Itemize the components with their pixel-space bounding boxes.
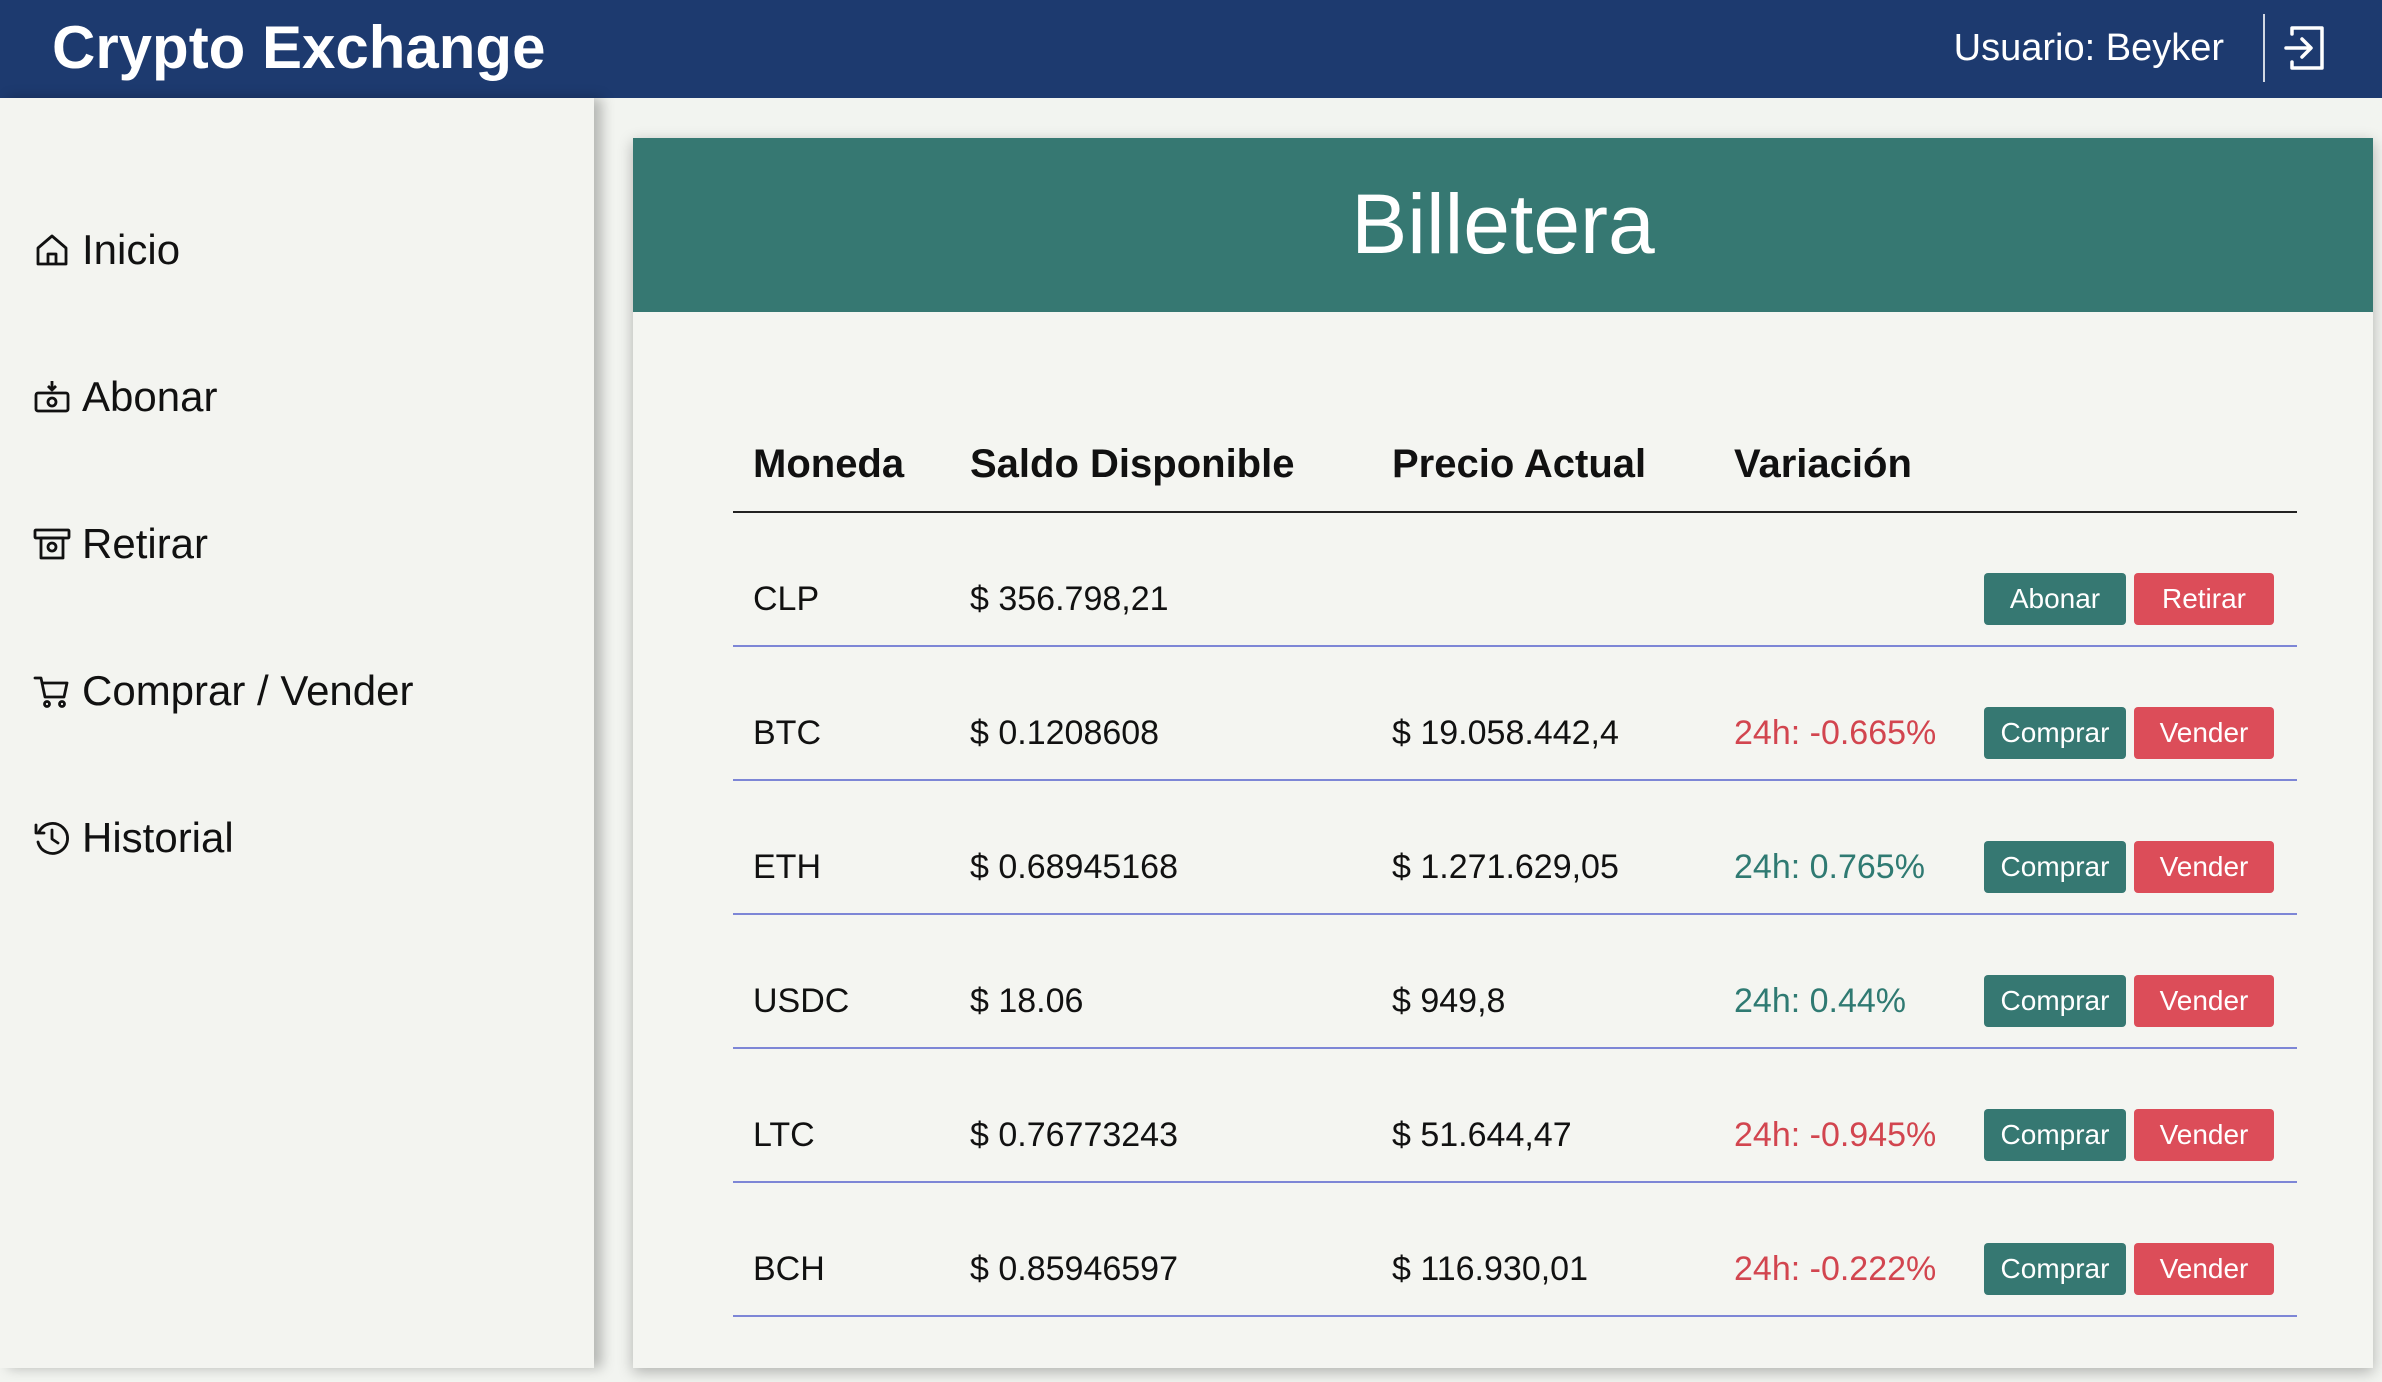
wallet-card-header: Billetera (633, 138, 2373, 312)
vender-button[interactable]: Vender (2134, 975, 2274, 1027)
coin-cell: BTC (753, 714, 821, 752)
row-divider (733, 645, 2297, 647)
row-divider (733, 779, 2297, 781)
sidebar-item-historial[interactable]: Historial (32, 808, 234, 868)
table-header-divider (733, 511, 2297, 513)
user-label: Usuario: Beyker (1953, 27, 2224, 69)
cart-icon (33, 676, 69, 708)
header-divider (2263, 14, 2265, 82)
price-cell: $ 19.058.442,4 (1392, 714, 1619, 752)
history-icon (34, 822, 69, 855)
sidebar: Inicio Abonar Retirar Comprar / Vender H… (0, 98, 594, 1368)
sidebar-item-label: Inicio (82, 226, 181, 273)
coin-cell: CLP (753, 580, 820, 618)
withdraw-icon (33, 528, 71, 560)
vender-button[interactable]: Vender (2134, 1109, 2274, 1161)
balance-cell: $ 0.76773243 (970, 1116, 1178, 1154)
sidebar-item-label: Retirar (82, 520, 209, 567)
row-divider (733, 1181, 2297, 1183)
row-divider (733, 1315, 2297, 1317)
variation-cell: 24h: 0.44% (1734, 982, 1907, 1020)
balance-cell: $ 18.06 (970, 982, 1084, 1020)
column-header-moneda: Moneda (753, 442, 905, 486)
sidebar-item-label: Comprar / Vender (82, 667, 414, 714)
price-cell: $ 1.271.629,05 (1392, 848, 1619, 886)
variation-cell: 24h: -0.222% (1734, 1250, 1937, 1288)
comprar-button[interactable]: Comprar (1984, 707, 2126, 759)
vender-button[interactable]: Vender (2134, 1243, 2274, 1295)
balance-cell: $ 0.1208608 (970, 714, 1160, 752)
home-icon (36, 234, 68, 266)
price-cell: $ 116.930,01 (1392, 1250, 1588, 1288)
top-bar: Crypto Exchange Usuario: Beyker (0, 0, 2382, 98)
column-header-precio: Precio Actual (1392, 442, 1647, 486)
sidebar-item-retirar[interactable]: Retirar (32, 514, 208, 574)
vender-button[interactable]: Vender (2134, 707, 2274, 759)
vender-button[interactable]: Vender (2134, 841, 2274, 893)
coin-cell: BCH (753, 1250, 825, 1288)
row-divider (733, 1047, 2297, 1049)
deposit-icon (34, 381, 70, 413)
comprar-button[interactable]: Comprar (1984, 1109, 2126, 1161)
balance-cell: $ 0.85946597 (970, 1250, 1178, 1288)
coin-cell: ETH (753, 848, 821, 886)
app-brand: Crypto Exchange (52, 14, 546, 81)
column-header-saldo: Saldo Disponible (970, 442, 1295, 486)
retirar-button[interactable]: Retirar (2134, 573, 2274, 625)
price-cell: $ 51.644,47 (1392, 1116, 1572, 1154)
price-cell: $ 949,8 (1392, 982, 1506, 1020)
coin-cell: USDC (753, 982, 850, 1020)
page-title: Billetera (1351, 177, 1655, 271)
row-divider (733, 913, 2297, 915)
sidebar-item-label: Abonar (82, 373, 218, 420)
sidebar-item-abonar[interactable]: Abonar (32, 367, 217, 427)
variation-cell: 24h: -0.665% (1734, 714, 1937, 752)
variation-cell: 24h: -0.945% (1734, 1116, 1937, 1154)
variation-cell: 24h: 0.765% (1734, 848, 1925, 886)
comprar-button[interactable]: Comprar (1984, 841, 2126, 893)
coin-cell: LTC (753, 1116, 815, 1154)
sidebar-item-inicio[interactable]: Inicio (32, 220, 180, 280)
sidebar-item-comprar-vender[interactable]: Comprar / Vender (32, 661, 414, 721)
balance-cell: $ 0.68945168 (970, 848, 1178, 886)
comprar-button[interactable]: Comprar (1984, 1243, 2126, 1295)
logout-icon[interactable] (2282, 22, 2328, 74)
column-header-variacion: Variación (1734, 442, 1912, 486)
comprar-button[interactable]: Comprar (1984, 975, 2126, 1027)
abonar-button[interactable]: Abonar (1984, 573, 2126, 625)
sidebar-item-label: Historial (82, 814, 234, 861)
balance-cell: $ 356.798,21 (970, 580, 1169, 618)
